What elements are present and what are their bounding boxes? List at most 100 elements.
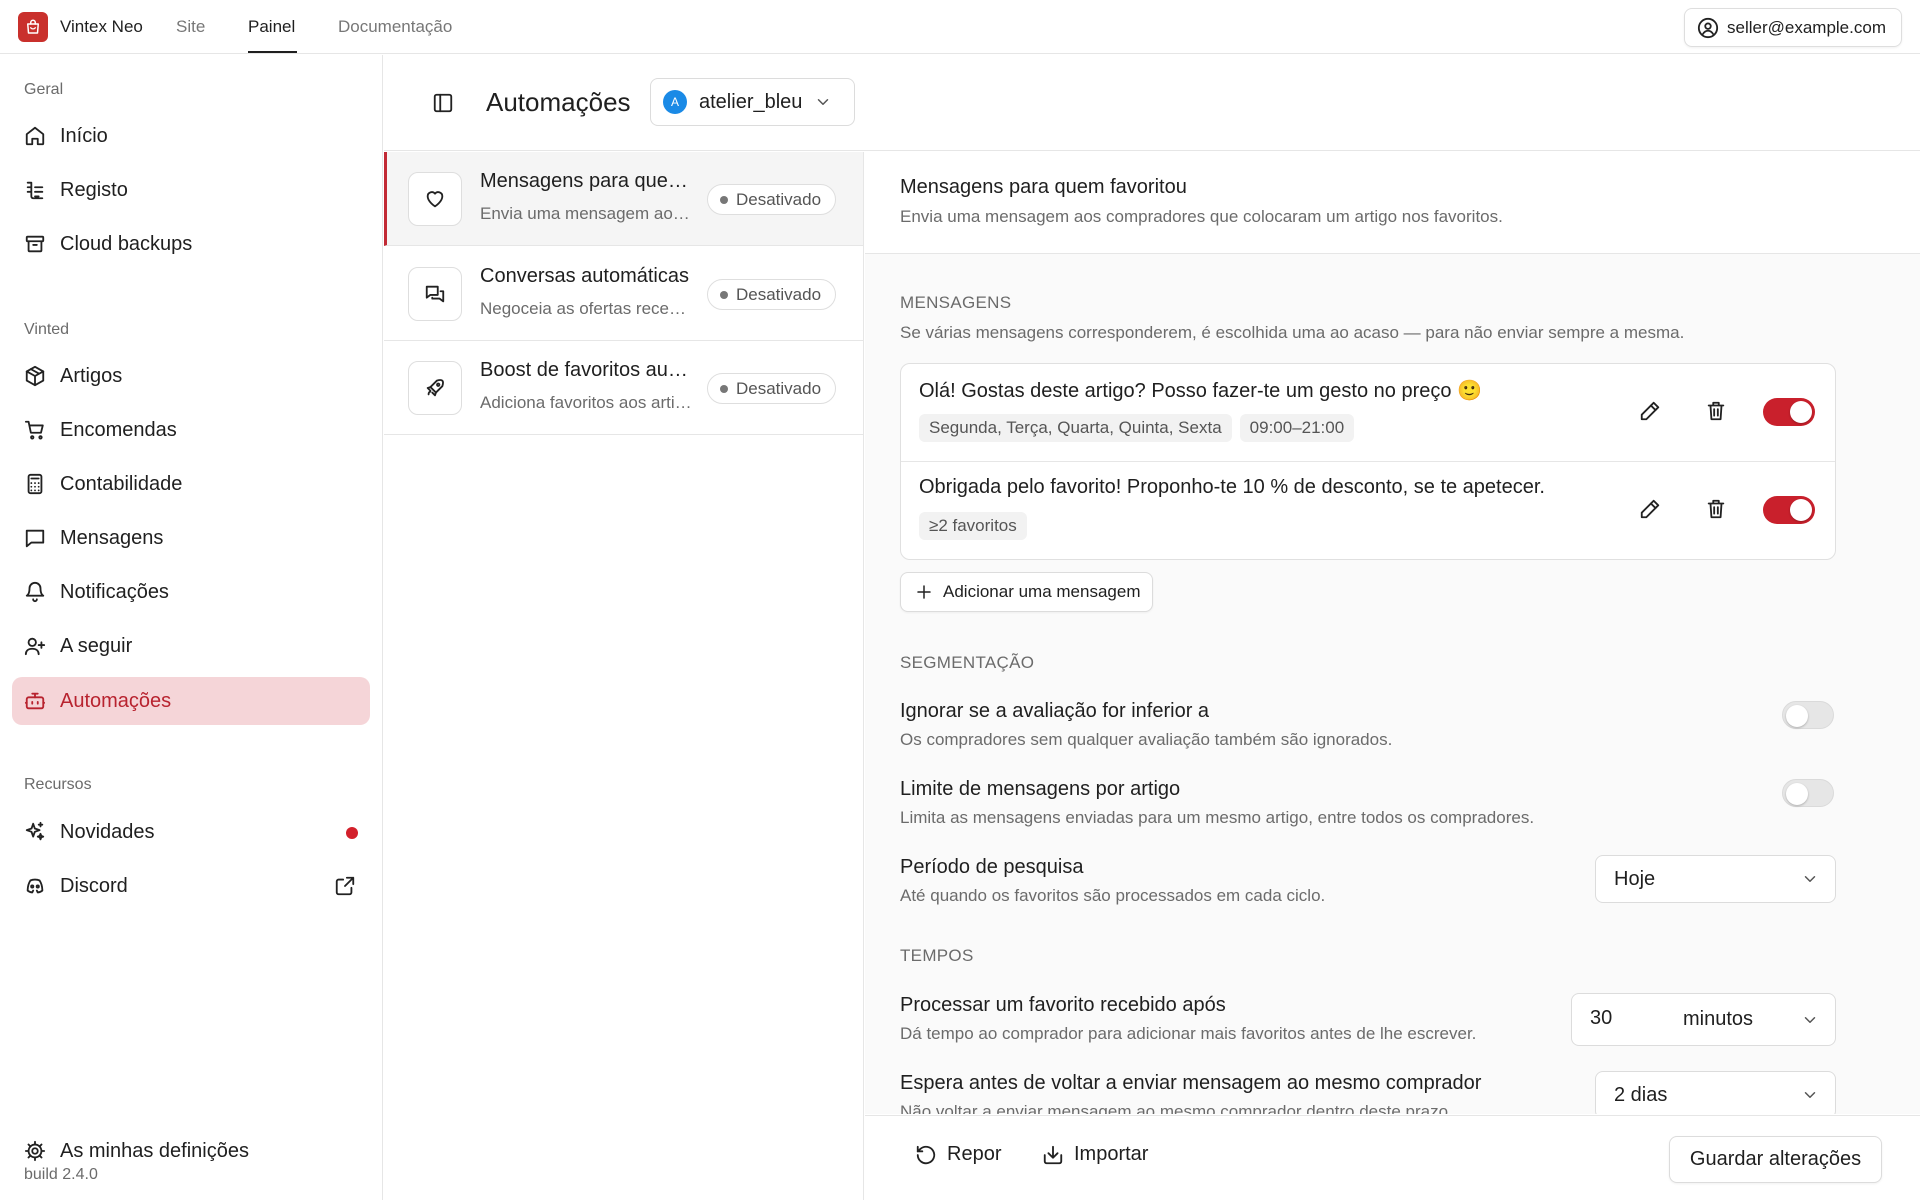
automation-title: Conversas automáticas <box>480 265 689 287</box>
message-toggle[interactable] <box>1763 398 1815 426</box>
sidebar-item-novidades[interactable]: Novidades <box>12 808 370 856</box>
chevron-down-icon <box>818 99 829 105</box>
message-row: Obrigada pelo favorito! Proponho-te 10 %… <box>901 461 1835 558</box>
add-message-button[interactable]: Adicionar uma mensagem <box>900 572 1154 612</box>
user-plus-icon <box>24 637 46 656</box>
toggle-knob <box>1786 705 1808 727</box>
detail-title: Mensagens para quem favoritou <box>900 176 1187 198</box>
user-menu-button[interactable]: seller@example.com <box>1684 8 1902 47</box>
toggle-knob <box>1786 783 1808 805</box>
plus-icon <box>917 585 931 599</box>
edit-icon[interactable] <box>1639 498 1661 520</box>
save-button[interactable]: Guardar alterações <box>1669 1136 1882 1183</box>
action-footer: Repor Importar Guardar alterações <box>865 1115 1920 1200</box>
toggle-knob <box>1790 499 1812 521</box>
automation-item-conversas[interactable]: Conversas automáticas Negoceia as oferta… <box>384 247 863 341</box>
sidebar-item-contabilidade[interactable]: Contabilidade <box>12 460 370 508</box>
sidebar-item-label: Mensagens <box>60 526 164 549</box>
cooldown-select[interactable]: 2 dias <box>1595 1071 1836 1114</box>
chat-icon <box>425 285 445 303</box>
sidebar-item-label: Discord <box>60 874 128 897</box>
bot-icon <box>24 692 46 710</box>
trash-icon[interactable] <box>1705 498 1727 520</box>
trash-icon[interactable] <box>1705 400 1727 422</box>
automation-list: Mensagens para quem favoritou Envia uma … <box>384 152 864 1200</box>
import-button[interactable]: Importar <box>1042 1143 1148 1166</box>
add-message-label: Adicionar uma mensagem <box>943 582 1141 601</box>
cooldown-value: 2 dias <box>1614 1083 1668 1106</box>
section-tempos: TEMPOS <box>900 946 974 965</box>
condition-chip: ≥2 favoritos <box>919 512 1027 540</box>
nav-documentacao[interactable]: Documentação <box>338 17 452 37</box>
automation-icon-box <box>408 172 462 226</box>
account-select[interactable]: A atelier_bleu <box>650 78 855 126</box>
rating-setting-title: Ignorar se a avaliação for inferior a <box>900 700 1210 722</box>
new-indicator-dot <box>346 827 358 839</box>
message-text: Olá! Gostas deste artigo? Posso fazer-te… <box>919 380 1482 402</box>
sidebar-item-cloud-backups[interactable]: Cloud backups <box>12 220 370 268</box>
sidebar-item-label: Cloud backups <box>60 232 193 255</box>
cooldown-setting-desc: Não voltar a enviar mensagem ao mesmo co… <box>900 1102 1453 1114</box>
delay-unit-select[interactable]: minutos <box>1683 1008 1753 1031</box>
nav-painel[interactable]: Painel <box>248 17 295 37</box>
log-icon <box>26 181 44 200</box>
cart-icon <box>24 420 44 440</box>
edit-icon[interactable] <box>1639 400 1661 422</box>
heart-icon <box>426 191 444 208</box>
limit-toggle[interactable] <box>1782 779 1834 807</box>
status-dot <box>720 290 728 299</box>
package-icon <box>25 365 45 387</box>
sidebar-item-inicio[interactable]: Início <box>12 112 370 160</box>
message-row: Olá! Gostas deste artigo? Posso fazer-te… <box>901 364 1835 461</box>
account-avatar: A <box>663 90 687 114</box>
chevron-down-icon <box>1804 1017 1816 1023</box>
rating-toggle[interactable] <box>1782 701 1834 729</box>
message-toggle[interactable] <box>1763 496 1815 524</box>
sidebar-item-artigos[interactable]: Artigos <box>12 352 370 400</box>
sidebar-item-discord[interactable]: Discord <box>12 862 370 910</box>
automation-title: Boost de favoritos automático <box>480 359 692 381</box>
nav-site[interactable]: Site <box>176 17 205 37</box>
sidebar-item-automacoes[interactable]: Automações <box>12 677 370 725</box>
section-mensagens-hint: Se várias mensagens corresponderem, é es… <box>900 323 1685 342</box>
automation-icon-box <box>408 361 462 415</box>
period-setting-title: Período de pesquisa <box>900 856 1084 878</box>
status-badge: Desativado <box>707 373 837 404</box>
message-icon <box>25 529 45 548</box>
sidebar-item-label: As minhas definições <box>60 1139 249 1162</box>
section-segmentacao: SEGMENTAÇÃO <box>900 653 1035 672</box>
page-header: Automações A atelier_bleu <box>384 55 1920 151</box>
detail-subtitle: Envia uma mensagem aos compradores que c… <box>900 207 1503 226</box>
sidebar-toggle-icon[interactable] <box>432 92 454 114</box>
sidebar-section-recursos: Recursos <box>24 776 92 793</box>
sidebar-item-encomendas[interactable]: Encomendas <box>12 406 370 454</box>
import-label: Importar <box>1074 1143 1149 1165</box>
section-mensagens: MENSAGENS <box>900 293 1012 312</box>
sidebar-item-a-seguir[interactable]: A seguir <box>12 622 370 670</box>
nav-active-indicator <box>248 51 297 53</box>
sidebar-item-registo[interactable]: Registo <box>12 166 370 214</box>
detail-header: Mensagens para quem favoritou Envia uma … <box>865 152 1920 254</box>
reset-button[interactable]: Repor <box>915 1143 1001 1166</box>
status-label: Desativado <box>736 284 822 304</box>
brand-logo[interactable] <box>18 12 48 42</box>
automation-item-favoritos[interactable]: Mensagens para quem favoritou Envia uma … <box>384 152 863 246</box>
delay-value-input[interactable]: 30 <box>1590 1007 1612 1030</box>
bell-icon <box>25 582 45 603</box>
sidebar-item-label: Início <box>60 124 108 147</box>
sidebar-item-mensagens[interactable]: Mensagens <box>12 514 370 562</box>
import-icon <box>1043 1145 1063 1164</box>
automation-desc: Envia uma mensagem aos compradores que c… <box>480 204 692 223</box>
limit-setting-title: Limite de mensagens por artigo <box>900 778 1181 800</box>
toggle-knob <box>1790 401 1812 423</box>
build-version: build 2.4.0 <box>24 1166 98 1183</box>
sidebar-item-notificacoes[interactable]: Notificações <box>12 568 370 616</box>
rating-setting-desc: Os compradores sem qualquer avaliação ta… <box>900 730 1393 749</box>
status-badge: Desativado <box>707 279 837 310</box>
sidebar-item-label: A seguir <box>60 634 133 657</box>
period-select[interactable]: Hoje <box>1595 855 1836 903</box>
brand-name[interactable]: Vintex Neo <box>60 17 143 37</box>
automation-item-boost[interactable]: Boost de favoritos automático Adiciona f… <box>384 341 863 435</box>
automation-title: Mensagens para quem favoritou <box>480 170 692 192</box>
status-dot <box>720 195 728 204</box>
